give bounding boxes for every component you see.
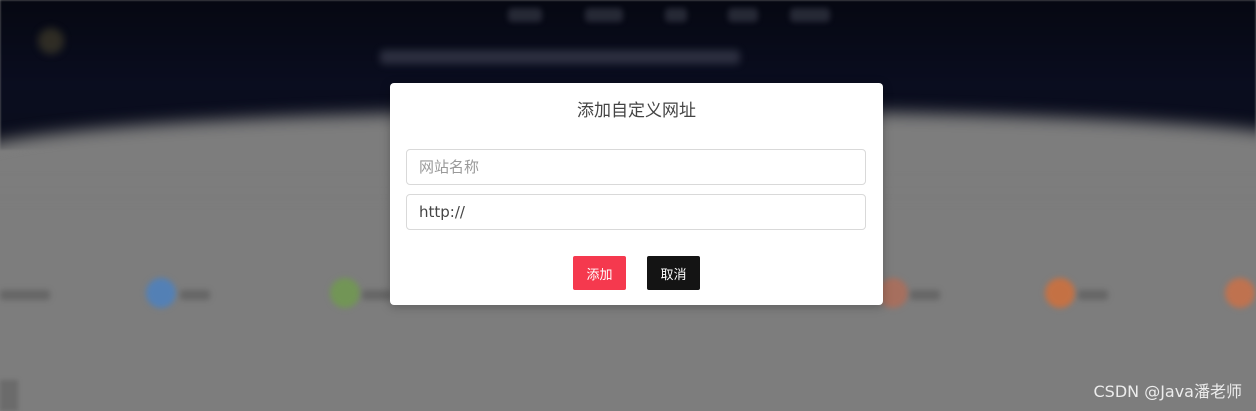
background-nav-item <box>585 8 623 22</box>
background-link-icon <box>1045 278 1075 308</box>
background-nav-item <box>665 8 687 22</box>
site-name-input[interactable] <box>406 149 866 185</box>
cancel-button[interactable]: 取消 <box>647 256 700 290</box>
background-link-label <box>180 290 210 300</box>
background-link-icon <box>330 278 360 308</box>
background-nav-item <box>790 8 830 22</box>
site-url-input[interactable] <box>406 194 866 230</box>
background-fragment <box>0 380 18 411</box>
background-tagline <box>380 50 740 64</box>
dialog-title: 添加自定义网址 <box>577 101 696 121</box>
add-button[interactable]: 添加 <box>573 256 626 290</box>
background-link-label <box>1078 290 1108 300</box>
background-logo <box>38 28 64 54</box>
background-link-icon <box>146 278 176 308</box>
background-link-label <box>910 290 940 300</box>
background-nav-item <box>508 8 542 22</box>
background-nav-item <box>728 8 758 22</box>
background-link-label <box>362 290 392 300</box>
watermark: CSDN @Java潘老师 <box>1093 382 1242 401</box>
page: 添加自定义网址 添加 取消 CSDN @Java潘老师 <box>0 0 1256 411</box>
background-link-icon <box>1225 278 1255 308</box>
background-link-label <box>0 290 50 300</box>
add-custom-url-dialog: 添加自定义网址 添加 取消 <box>390 83 883 305</box>
